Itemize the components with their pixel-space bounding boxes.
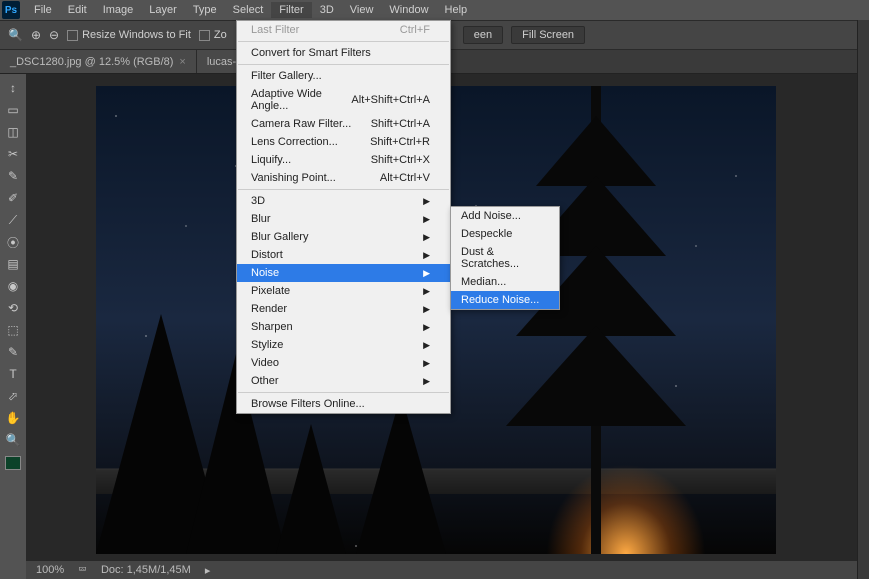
filter-menu-item[interactable]: Distort▶	[237, 246, 450, 264]
tab-label: _DSC1280.jpg @ 12.5% (RGB/8)	[10, 56, 173, 68]
filter-menu-item[interactable]: Last FilterCtrl+F	[237, 21, 450, 39]
chevron-right-icon: ▶	[423, 322, 430, 333]
chevron-right-icon[interactable]: ▸	[205, 564, 211, 577]
hand-tool-icon[interactable]: ✋	[3, 408, 23, 428]
type-tool-icon[interactable]: T	[3, 364, 23, 384]
chevron-right-icon: ▶	[423, 358, 430, 369]
filter-menu-item[interactable]: Stylize▶	[237, 336, 450, 354]
close-icon[interactable]: ×	[179, 56, 185, 68]
zoom-in-icon[interactable]: ⊕	[31, 28, 41, 42]
filter-menu-item[interactable]: Liquify...Shift+Ctrl+X	[237, 151, 450, 169]
chevron-right-icon: ▶	[423, 250, 430, 261]
menu-layer[interactable]: Layer	[141, 2, 185, 18]
chevron-right-icon: ▶	[423, 268, 430, 279]
menu-help[interactable]: Help	[437, 2, 476, 18]
checkbox-icon[interactable]	[199, 30, 210, 41]
clone-tool-icon[interactable]: ⦿	[3, 232, 23, 252]
chevron-right-icon: ▶	[423, 340, 430, 351]
filter-menu-item[interactable]: Blur▶	[237, 210, 450, 228]
filter-menu-item[interactable]: Render▶	[237, 300, 450, 318]
gradient-tool-icon[interactable]: ▤	[3, 254, 23, 274]
filter-menu-item[interactable]: Browse Filters Online...	[237, 395, 450, 413]
noise-submenu-item[interactable]: Add Noise...	[451, 207, 559, 225]
eyedropper-tool-icon[interactable]: ✎	[3, 166, 23, 186]
lasso-tool-icon[interactable]: ◫	[3, 122, 23, 142]
path-tool-icon[interactable]: ✎	[3, 342, 23, 362]
chevron-right-icon: ▶	[423, 232, 430, 243]
right-panel-collapsed[interactable]	[857, 20, 869, 579]
filter-menu-item[interactable]: 3D▶	[237, 192, 450, 210]
pencil-tool-icon[interactable]: ⟋	[3, 210, 23, 230]
zoom-level[interactable]: 100%	[36, 564, 64, 576]
filter-menu-item[interactable]: Noise▶	[237, 264, 450, 282]
color-swatch[interactable]	[5, 456, 21, 470]
toolbox: ↕ ▭ ◫ ✂ ✎ ✐ ⟋ ⦿ ▤ ◉ ⟲ ⬚ ✎ T ⬀ ✋ 🔍	[0, 74, 26, 561]
chevron-right-icon: ▶	[423, 214, 430, 225]
menu-select[interactable]: Select	[225, 2, 272, 18]
filter-menu-item[interactable]: Lens Correction...Shift+Ctrl+R	[237, 133, 450, 151]
export-icon[interactable]: ⮹	[78, 564, 87, 577]
zoom-out-icon[interactable]: ⊖	[49, 28, 59, 42]
filter-menu-item[interactable]: Blur Gallery▶	[237, 228, 450, 246]
chevron-right-icon: ▶	[423, 196, 430, 207]
resize-windows-option[interactable]: Resize Windows to Fit	[67, 29, 191, 41]
zoom-tool-icon[interactable]: 🔍	[3, 430, 23, 450]
filter-menu-item[interactable]: Sharpen▶	[237, 318, 450, 336]
move-tool-icon[interactable]: ↕	[3, 78, 23, 98]
noise-submenu-item[interactable]: Dust & Scratches...	[451, 243, 559, 273]
zoom-tool-icon: 🔍	[8, 28, 23, 42]
menu-edit[interactable]: Edit	[60, 2, 95, 18]
filter-menu-item[interactable]: Adaptive Wide Angle...Alt+Shift+Ctrl+A	[237, 85, 450, 115]
status-bar: 100% ⮹ Doc: 1,45M/1,45M ▸	[26, 561, 857, 579]
app-logo: Ps	[2, 1, 20, 19]
menubar: Ps File Edit Image Layer Type Select Fil…	[0, 0, 869, 20]
filter-menu-item[interactable]: Camera Raw Filter...Shift+Ctrl+A	[237, 115, 450, 133]
filter-menu-dropdown: Last FilterCtrl+F Convert for Smart Filte…	[236, 20, 451, 414]
filter-menu-item[interactable]: Other▶	[237, 372, 450, 390]
brush-tool-icon[interactable]: ✐	[3, 188, 23, 208]
marquee-tool-icon[interactable]: ▭	[3, 100, 23, 120]
chevron-right-icon: ▶	[423, 376, 430, 387]
filter-menu-item[interactable]: Video▶	[237, 354, 450, 372]
document-tab[interactable]: _DSC1280.jpg @ 12.5% (RGB/8) ×	[0, 50, 197, 73]
screen-button-partial[interactable]: een	[463, 26, 503, 44]
chevron-right-icon: ▶	[423, 286, 430, 297]
menu-3d[interactable]: 3D	[312, 2, 342, 18]
resize-windows-label: Resize Windows to Fit	[82, 29, 191, 41]
crop-tool-icon[interactable]: ✂	[3, 144, 23, 164]
pen-tool-icon[interactable]: ⬚	[3, 320, 23, 340]
filter-menu-item[interactable]: Filter Gallery...	[237, 67, 450, 85]
menu-window[interactable]: Window	[381, 2, 436, 18]
shape-tool-icon[interactable]: ⬀	[3, 386, 23, 406]
menu-view[interactable]: View	[342, 2, 382, 18]
blur-tool-icon[interactable]: ◉	[3, 276, 23, 296]
doc-size: Doc: 1,45M/1,45M	[101, 564, 191, 576]
noise-submenu: Add Noise...DespeckleDust & Scratches...…	[450, 206, 560, 310]
menu-filter[interactable]: Filter	[271, 2, 311, 18]
noise-submenu-item[interactable]: Despeckle	[451, 225, 559, 243]
chevron-right-icon: ▶	[423, 304, 430, 315]
filter-menu-item[interactable]: Vanishing Point...Alt+Ctrl+V	[237, 169, 450, 187]
checkbox-icon[interactable]	[67, 30, 78, 41]
menu-file[interactable]: File	[26, 2, 60, 18]
dodge-tool-icon[interactable]: ⟲	[3, 298, 23, 318]
menu-image[interactable]: Image	[95, 2, 142, 18]
fill-screen-button[interactable]: Fill Screen	[511, 26, 585, 44]
menu-type[interactable]: Type	[185, 2, 225, 18]
noise-submenu-item[interactable]: Reduce Noise...	[451, 291, 559, 309]
noise-submenu-item[interactable]: Median...	[451, 273, 559, 291]
zoom-option-label: Zo	[214, 29, 227, 41]
zoom-option-partial[interactable]: Zo	[199, 29, 227, 41]
filter-menu-item[interactable]: Convert for Smart Filters	[237, 44, 450, 62]
filter-menu-item[interactable]: Pixelate▶	[237, 282, 450, 300]
